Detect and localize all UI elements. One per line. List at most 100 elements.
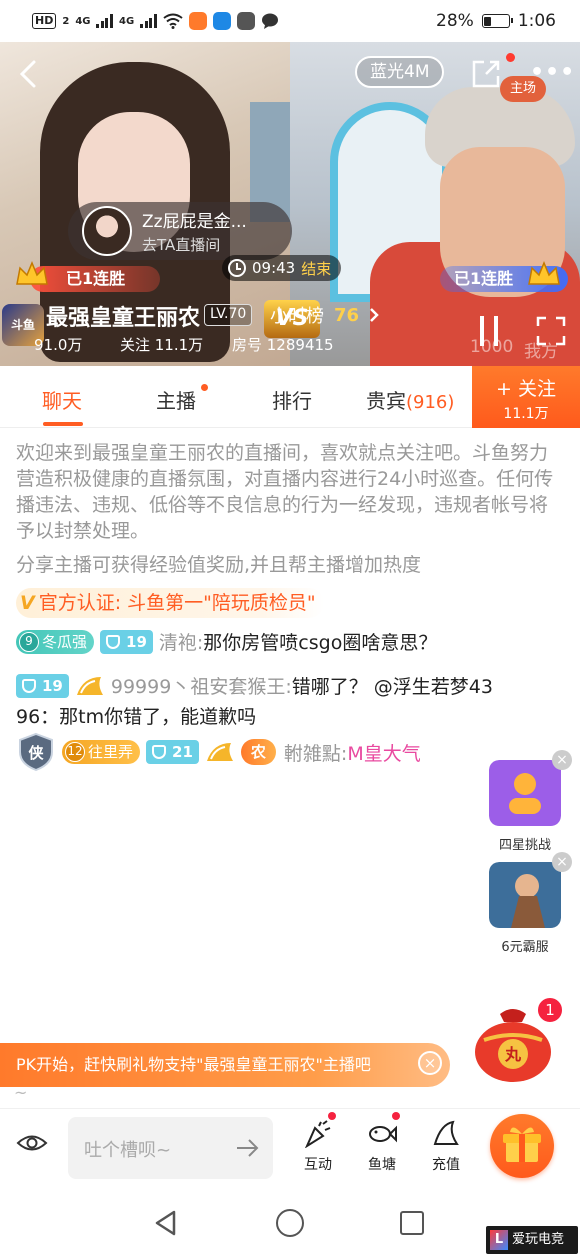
arrow-right-icon[interactable] — [235, 1136, 261, 1160]
share-icon[interactable] — [470, 58, 502, 90]
username[interactable]: 99999丶祖安套猴王: — [111, 672, 292, 699]
app-notification-icon — [188, 12, 207, 30]
verified-icon: V — [20, 592, 35, 614]
four-star-challenge-icon — [489, 760, 561, 826]
guest-avatar — [82, 206, 132, 256]
pk-banner[interactable]: PK开始，赶快刷礼物支持"最强皇童王丽农"主播吧 — [0, 1043, 450, 1087]
fan-name: 往里弄 — [88, 743, 134, 761]
pk-time: 09:43 — [252, 259, 296, 277]
fans-count: 91.0万 — [34, 336, 83, 354]
nav-back-icon[interactable] — [154, 1210, 178, 1236]
tab-vip-label: 贵宾 — [366, 389, 406, 413]
chat-input[interactable]: 吐个槽呗~ — [68, 1117, 273, 1179]
close-icon[interactable]: × — [552, 750, 572, 770]
clock-icon — [228, 259, 246, 277]
game-promo-icon — [489, 862, 561, 928]
close-icon[interactable]: × — [418, 1051, 442, 1075]
chat-input-placeholder: 吐个槽呗~ — [84, 1140, 172, 1161]
username[interactable]: 軵雑點: — [284, 739, 347, 766]
hour-rank-label: 小时榜 — [270, 306, 324, 327]
user-level-badge: 19 — [100, 629, 153, 654]
follow-button[interactable]: + 关注 11.1万 — [472, 366, 580, 428]
tab-anchor[interactable]: 主播 — [156, 385, 196, 414]
signal-icon — [140, 14, 157, 28]
battery-percent: 28% — [436, 11, 474, 31]
home-side-badge: 主场 — [500, 76, 546, 102]
nav-recents-icon[interactable] — [400, 1211, 424, 1235]
rank-char: 侠 — [28, 744, 44, 762]
chat-message: 19 99999丶祖安套猴王: 错哪了？ @浮生若梦43 — [16, 672, 493, 699]
notification-dot — [506, 53, 515, 62]
user-level: 21 — [172, 743, 193, 761]
tab-rank[interactable]: 排行 — [272, 385, 312, 414]
side-card-four-star[interactable]: 四星挑战 — [488, 760, 562, 853]
follow-count: 关注 11.1万 — [120, 336, 204, 354]
app-notification-icon — [236, 12, 255, 30]
fan-level: 12 — [65, 742, 85, 762]
hour-rank[interactable]: 小时榜 76 — [270, 302, 379, 328]
chat-area: 欢迎来到最强皇童王丽农的直播间，喜欢就点关注吧。斗鱼努力营造积极健康的直播氛围，… — [16, 440, 564, 772]
nav-home-icon[interactable] — [276, 1209, 304, 1237]
go-to-room-link[interactable]: 去TA直播间 — [142, 234, 247, 255]
hd-badge: HD — [32, 13, 57, 29]
anchor-level: LV.70 — [204, 304, 253, 326]
close-icon[interactable]: × — [552, 852, 572, 872]
user-level-badge: 19 — [16, 673, 69, 698]
tab-chat[interactable]: 聊天 — [42, 385, 82, 414]
shield-icon — [22, 678, 36, 693]
notification-dot — [392, 1112, 400, 1120]
party-popper-icon — [304, 1120, 331, 1149]
back-icon[interactable] — [14, 58, 42, 90]
tab-underline — [43, 422, 83, 426]
message-text: 错哪了？ @浮生若梦43 — [291, 676, 493, 698]
chat-message: 9 冬瓜强 19 清袍: 那你房管喷csgo圈啥意思？ — [16, 628, 437, 655]
fin-icon — [433, 1120, 459, 1145]
noble-icon — [206, 743, 233, 761]
interact-button[interactable]: 互动 — [293, 1118, 343, 1174]
share-note: 分享主播可获得经验值奖励,并且帮主播增加热度 — [16, 554, 422, 576]
crown-icon — [528, 261, 560, 285]
shield-icon — [106, 634, 121, 649]
vip-count: (916) — [406, 392, 455, 413]
our-side-label: 我方 — [524, 342, 558, 362]
pk-score-right: 1000 — [470, 337, 514, 357]
signal-label-1: 4G — [75, 15, 91, 27]
message-text: M皇大气 — [347, 742, 421, 765]
lucky-bag-char: 丸 — [504, 1045, 522, 1064]
wifi-icon — [163, 13, 183, 29]
fan-badge: 12 往里弄 — [62, 740, 141, 764]
lucky-bag-count: 1 — [536, 996, 564, 1024]
fan-level: 9 — [19, 631, 39, 652]
side-card-label: 6元霸服 — [501, 940, 549, 955]
watermark-logo: L — [490, 1230, 508, 1250]
banner-tilde: ~ — [14, 1083, 28, 1102]
message-text: 那你房管喷csgo圈啥意思？ — [203, 632, 438, 654]
fish-icon — [369, 1125, 397, 1143]
gift-button[interactable] — [490, 1114, 554, 1178]
official-text: 官方认证: 斗鱼第一"陪玩质检员" — [38, 592, 316, 614]
side-card-game[interactable]: 6元霸服 — [488, 862, 562, 955]
crown-icon — [16, 261, 48, 285]
eye-icon[interactable] — [16, 1132, 48, 1154]
message-text-continued: 96：那tm你错了，能道歉吗 — [16, 706, 257, 728]
interact-label: 互动 — [304, 1157, 332, 1173]
fan-name: 冬瓜强 — [42, 632, 88, 651]
signal-label-2: 4G — [118, 15, 135, 27]
side-card-label: 四星挑战 — [498, 838, 551, 853]
quality-button[interactable]: 蓝光4M — [355, 56, 445, 88]
welcome-notice: 欢迎来到最强皇童王丽农的直播间，喜欢就点关注吧。斗鱼努力营造积极健康的直播氛围，… — [16, 442, 554, 542]
fish-pond-button[interactable]: 鱼塘 — [357, 1118, 407, 1174]
follow-button-label: + 关注 — [496, 378, 556, 400]
nong-badge: 农 — [240, 739, 276, 765]
recharge-button[interactable]: 充值 — [421, 1118, 471, 1174]
clock-time: 1:06 — [517, 11, 556, 31]
tab-vip[interactable]: 贵宾(916) — [366, 385, 454, 414]
username[interactable]: 清袍: — [159, 628, 203, 655]
fish-pond-label: 鱼塘 — [368, 1157, 396, 1173]
notification-dot — [328, 1112, 336, 1120]
noble-icon — [76, 676, 103, 695]
guest-card[interactable]: Zz屁屁是金... 去TA直播间 — [68, 202, 292, 260]
user-level: 19 — [42, 676, 63, 695]
message-icon — [261, 13, 278, 29]
shield-icon — [152, 745, 167, 759]
